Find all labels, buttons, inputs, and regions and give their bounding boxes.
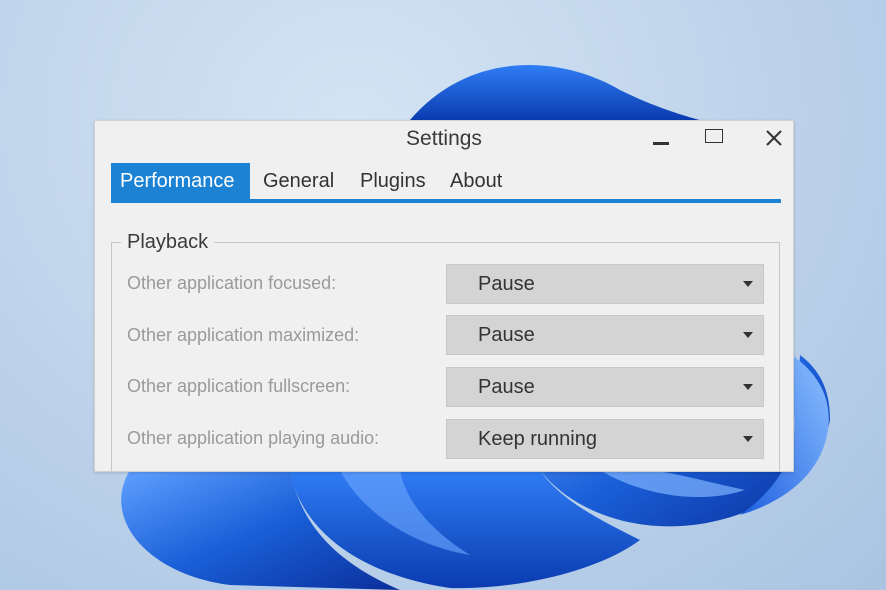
fullscreen-dropdown[interactable]: Pause (446, 367, 764, 407)
maximized-dropdown[interactable]: Pause (446, 315, 764, 355)
chevron-down-icon (743, 384, 753, 390)
dropdown-value: Keep running (478, 428, 597, 450)
row-label-playing-audio: Other application playing audio: (127, 428, 380, 448)
maximize-button[interactable] (701, 125, 731, 153)
chevron-down-icon (743, 281, 753, 287)
close-icon (766, 130, 782, 146)
row-label-fullscreen: Other application fullscreen: (127, 376, 351, 396)
close-button[interactable] (759, 125, 789, 153)
maximize-icon (705, 129, 723, 143)
tab-general[interactable]: General (254, 163, 343, 199)
tab-about[interactable]: About (441, 163, 511, 199)
playback-group-title: Playback (121, 231, 215, 254)
tab-bar: Performance General Plugins About (111, 163, 781, 199)
dropdown-value: Pause (478, 273, 535, 295)
window-title: Settings (406, 127, 482, 150)
dropdown-value: Pause (478, 376, 535, 398)
tab-underline (111, 199, 781, 203)
tab-performance[interactable]: Performance (111, 163, 250, 199)
settings-window: Settings Performance General Plugins Abo… (94, 120, 794, 472)
minimize-icon (653, 142, 669, 145)
title-bar: Settings (95, 121, 793, 157)
minimize-button[interactable] (648, 125, 678, 153)
tab-plugins[interactable]: Plugins (351, 163, 435, 199)
row-label-maximized: Other application maximized: (127, 325, 360, 345)
chevron-down-icon (743, 436, 753, 442)
chevron-down-icon (743, 332, 753, 338)
row-label-focused: Other application focused: (127, 273, 337, 293)
focused-dropdown[interactable]: Pause (446, 264, 764, 304)
playing-audio-dropdown[interactable]: Keep running (446, 419, 764, 459)
dropdown-value: Pause (478, 324, 535, 346)
